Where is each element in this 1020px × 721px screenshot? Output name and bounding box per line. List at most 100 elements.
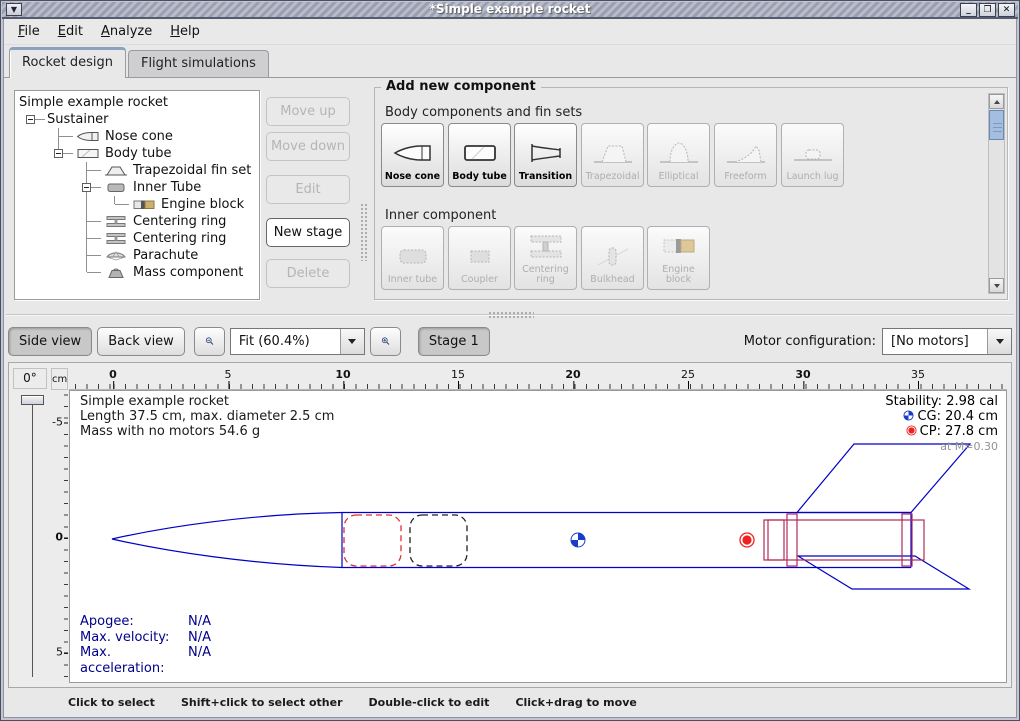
- tree-expander[interactable]: [45, 145, 73, 162]
- ruler-unit-label: cm: [51, 368, 68, 390]
- cp-marker: [740, 533, 754, 547]
- rotation-indicator: 0°: [13, 368, 47, 389]
- back-view-button[interactable]: Back view: [97, 327, 185, 356]
- vertical-splitter-grip[interactable]: [360, 203, 368, 261]
- zoom-select[interactable]: Fit (60.4%): [230, 328, 365, 355]
- tree-item-engine-block[interactable]: Engine block: [17, 196, 259, 213]
- bulkhead-icon: [590, 241, 636, 271]
- tree-item-sustainer[interactable]: Sustainer: [17, 111, 259, 128]
- minimize-button[interactable]: _: [960, 3, 977, 17]
- cp-legend-icon: [906, 425, 917, 436]
- add-component-title: Add new component: [381, 79, 541, 94]
- add-elliptical-fin-button[interactable]: Elliptical: [647, 123, 710, 187]
- scrollbar-thumb[interactable]: [989, 110, 1004, 140]
- inner-tube-icon: [101, 180, 131, 196]
- centering-ring-icon: [101, 231, 131, 247]
- tree-expander[interactable]: [73, 179, 101, 196]
- mass-component-outline: [410, 515, 467, 566]
- mass-component-icon: [101, 265, 131, 281]
- tree-expander[interactable]: [17, 111, 45, 128]
- system-menu-icon[interactable]: ▼: [6, 3, 22, 16]
- centering-ring-icon: [523, 231, 569, 261]
- move-up-button[interactable]: Move up: [266, 97, 350, 126]
- zoom-out-button[interactable]: [194, 327, 225, 356]
- trapezoidal-fin-icon: [101, 163, 131, 179]
- hint-double-click: Double-click to edit: [369, 696, 490, 709]
- bottom-fin: [798, 556, 969, 589]
- menu-edit[interactable]: Edit: [49, 21, 92, 42]
- hint-click-select: Click to select: [68, 696, 155, 709]
- side-view-button[interactable]: Side view: [8, 327, 92, 356]
- nose-cone-icon: [390, 138, 436, 168]
- add-engine-block-button[interactable]: Engine block: [647, 226, 710, 290]
- title-bar[interactable]: ▼ *Simple example rocket _ ❐ ✕: [2, 2, 1018, 19]
- motor-config-select[interactable]: [No motors]: [882, 328, 1012, 355]
- horizontal-splitter-grip[interactable]: [488, 311, 534, 319]
- tree-item-nose-cone[interactable]: Nose cone: [17, 128, 259, 145]
- slider-handle[interactable]: [21, 395, 44, 405]
- tree-item-rocket[interactable]: Simple example rocket: [17, 94, 259, 111]
- elliptical-fin-icon: [656, 138, 702, 168]
- rocket-figure-panel: 0° cm 0 5 10 15 20 25 30 35 -5 0 5: [8, 362, 1012, 688]
- status-bar: Click to select Shift+click to select ot…: [4, 690, 1016, 714]
- menu-bar: File Edit Analyze Help: [3, 19, 1017, 45]
- rocket-canvas[interactable]: Simple example rocket Length 37.5 cm, ma…: [69, 390, 1007, 683]
- component-panel-scrollbar[interactable]: [988, 93, 1005, 294]
- maximize-button[interactable]: ❐: [979, 3, 996, 17]
- openrocket-window: ▼ *Simple example rocket _ ❐ ✕ File Edit…: [0, 0, 1020, 721]
- component-tree[interactable]: Simple example rocket Sustainer Nose con…: [14, 90, 260, 300]
- rocket-info: Simple example rocket Length 37.5 cm, ma…: [80, 394, 334, 439]
- magnifier-plus-icon: [381, 332, 390, 350]
- menu-analyze[interactable]: Analyze: [92, 21, 161, 42]
- tab-flight-simulations[interactable]: Flight simulations: [128, 50, 269, 77]
- nose-cone-icon: [73, 129, 103, 145]
- menu-help[interactable]: Help: [161, 21, 209, 42]
- slider-track: [32, 405, 33, 677]
- tree-item-body-tube[interactable]: Body tube: [17, 145, 259, 162]
- new-stage-button[interactable]: New stage: [266, 218, 350, 247]
- tab-rocket-design[interactable]: Rocket design: [9, 47, 126, 78]
- zoom-in-button[interactable]: [370, 327, 401, 356]
- tree-item-trapezoidal-fin-set[interactable]: Trapezoidal fin set: [17, 162, 259, 179]
- add-freeform-fin-button[interactable]: Freeform: [714, 123, 777, 187]
- mach-label: at M=0.30: [885, 439, 998, 454]
- parachute-outline: [344, 515, 401, 566]
- inner-component-label: Inner component: [385, 208, 496, 223]
- body-tube-icon: [73, 146, 103, 162]
- zoom-select-dropdown-icon[interactable]: [340, 329, 364, 354]
- add-body-tube-button[interactable]: Body tube: [448, 123, 511, 187]
- scroll-down-icon[interactable]: [989, 278, 1004, 293]
- tree-item-parachute[interactable]: Parachute: [17, 247, 259, 264]
- parachute-icon: [101, 248, 131, 264]
- main-tabs: Rocket design Flight simulations: [3, 45, 1017, 78]
- move-down-button[interactable]: Move down: [266, 132, 350, 161]
- trapezoidal-fin-icon: [590, 138, 636, 168]
- rotation-slider[interactable]: [13, 393, 47, 679]
- add-nose-cone-button[interactable]: Nose cone: [381, 123, 444, 187]
- add-transition-button[interactable]: Transition: [514, 123, 577, 187]
- add-coupler-button[interactable]: Coupler: [448, 226, 511, 290]
- tree-item-mass-component[interactable]: Mass component: [17, 264, 259, 281]
- magnifier-minus-icon: [205, 332, 214, 350]
- tree-item-inner-tube[interactable]: Inner Tube: [17, 179, 259, 196]
- stage-1-toggle[interactable]: Stage 1: [418, 327, 490, 356]
- add-inner-tube-button[interactable]: Inner tube: [381, 226, 444, 290]
- delete-button[interactable]: Delete: [266, 259, 350, 288]
- simulation-results: Apogee:N/A Max. velocity:N/A Max. accele…: [80, 614, 211, 676]
- hint-shift-click: Shift+click to select other: [181, 696, 343, 709]
- edit-button[interactable]: Edit: [266, 175, 350, 204]
- launch-lug-icon: [790, 138, 836, 168]
- hint-click-drag: Click+drag to move: [515, 696, 636, 709]
- close-button[interactable]: ✕: [998, 3, 1015, 17]
- tree-item-centering-ring-1[interactable]: Centering ring: [17, 213, 259, 230]
- add-trapezoidal-fin-button[interactable]: Trapezoidal: [581, 123, 644, 187]
- add-centering-ring-button[interactable]: Centering ring: [514, 226, 577, 290]
- menu-file[interactable]: File: [9, 21, 49, 42]
- add-launch-lug-button[interactable]: Launch lug: [781, 123, 844, 187]
- add-bulkhead-button[interactable]: Bulkhead: [581, 226, 644, 290]
- tree-item-centering-ring-2[interactable]: Centering ring: [17, 230, 259, 247]
- motor-config-dropdown-icon[interactable]: [987, 329, 1011, 354]
- scroll-up-icon[interactable]: [989, 94, 1004, 109]
- add-component-panel: Add new component Body components and fi…: [374, 87, 1008, 300]
- inner-tube-icon: [390, 241, 436, 271]
